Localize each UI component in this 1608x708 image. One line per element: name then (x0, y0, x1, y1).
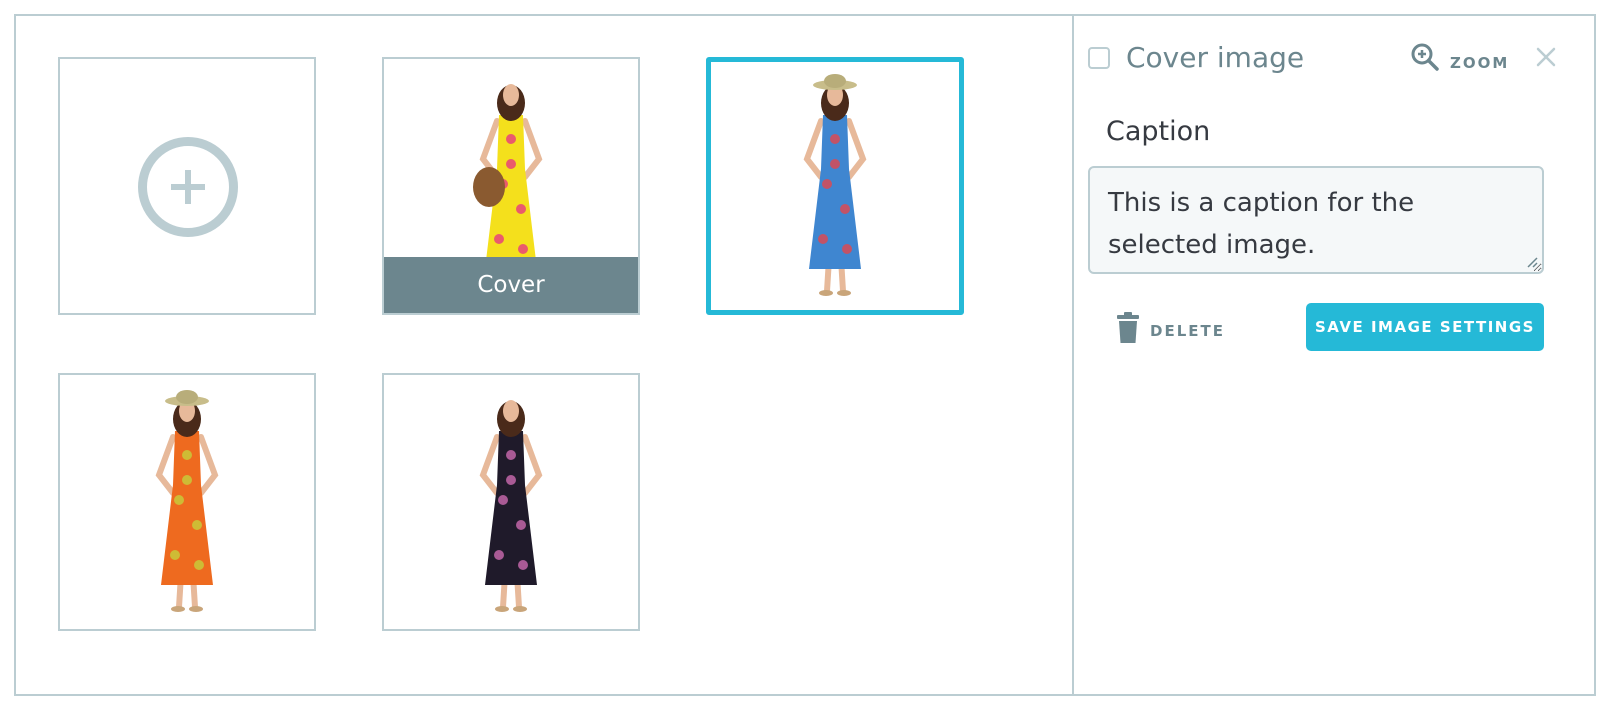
cover-image-checkbox[interactable] (1088, 47, 1110, 69)
image-gallery: Cover (16, 16, 1074, 694)
zoom-icon[interactable] (1410, 42, 1440, 72)
delete-button[interactable]: DELETE (1150, 322, 1225, 340)
trash-icon[interactable] (1116, 312, 1140, 344)
gallery-image-orange-dress[interactable] (58, 373, 316, 631)
model-photo (803, 74, 867, 296)
image-manager-panel: Cover Cover image ZOOM Caption This is a… (14, 14, 1596, 696)
gallery-image-yellow-dress[interactable]: Cover (382, 57, 640, 315)
caption-textarea[interactable]: This is a caption for the selected image… (1088, 166, 1544, 274)
caption-label: Caption (1106, 116, 1211, 147)
cover-image-label: Cover image (1126, 41, 1305, 74)
gallery-image-black-dress[interactable] (382, 373, 640, 631)
image-settings-panel: Cover image ZOOM Caption This is a capti… (1074, 16, 1594, 694)
model-photo (479, 400, 543, 612)
zoom-button[interactable]: ZOOM (1450, 54, 1509, 72)
add-image-button[interactable] (58, 57, 316, 315)
model-photo (155, 390, 219, 612)
add-circle-icon (138, 137, 238, 237)
resize-handle-icon[interactable] (1526, 256, 1538, 268)
close-icon[interactable] (1536, 47, 1556, 67)
gallery-image-blue-dress[interactable] (706, 57, 964, 315)
cover-badge: Cover (384, 257, 638, 313)
save-image-settings-button[interactable]: SAVE IMAGE SETTINGS (1306, 303, 1544, 351)
